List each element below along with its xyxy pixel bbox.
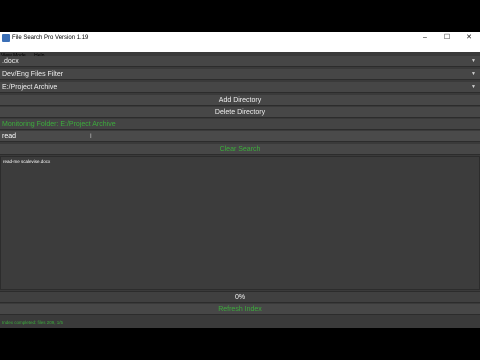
filter-select[interactable]: Dev/Eng Files Filter ▼ [0,69,480,80]
chevron-down-icon: ▼ [471,58,476,64]
minimize-icon[interactable]: – [414,32,436,44]
results-list[interactable]: read-me scalevise.docx [0,156,480,290]
close-icon[interactable]: ✕ [458,32,480,44]
monitoring-status: Monitoring Folder: E:/Project Archive [2,121,116,128]
extension-value: .docx [2,58,19,65]
add-directory-button[interactable]: Add Directory [0,95,480,106]
search-query: read [2,133,17,140]
directory-select[interactable]: E:/Project Archive ▼ [0,82,480,93]
window-title: File Search Pro Version 1.19 [12,35,89,41]
menu-bar: View Mode Help [0,44,480,59]
chevron-down-icon: ▼ [471,71,476,77]
progress-bar: 0% [0,291,480,303]
footer-status: Index completed: files 209, 1/5 [2,320,64,325]
delete-directory-button[interactable]: Delete Directory [0,107,480,118]
status-row: Monitoring Folder: E:/Project Archive [0,119,480,130]
filter-value: Dev/Eng Files Filter [2,71,64,78]
text-cursor-icon: I [90,134,92,140]
clear-search-button[interactable]: Clear Search [0,144,480,155]
app-window: File Search Pro Version 1.19 – ☐ ✕ View … [0,32,480,328]
directory-value: E:/Project Archive [2,84,58,91]
list-item[interactable]: read-me scalevise.docx [3,159,50,165]
maximize-icon[interactable]: ☐ [436,32,458,44]
extension-select[interactable]: .docx ▼ [0,56,480,67]
refresh-index-button[interactable]: Refresh Index [0,304,480,315]
search-input[interactable]: read [0,131,480,142]
app-icon [2,34,10,42]
progress-label: 0% [234,294,246,301]
chevron-down-icon: ▼ [471,84,476,90]
